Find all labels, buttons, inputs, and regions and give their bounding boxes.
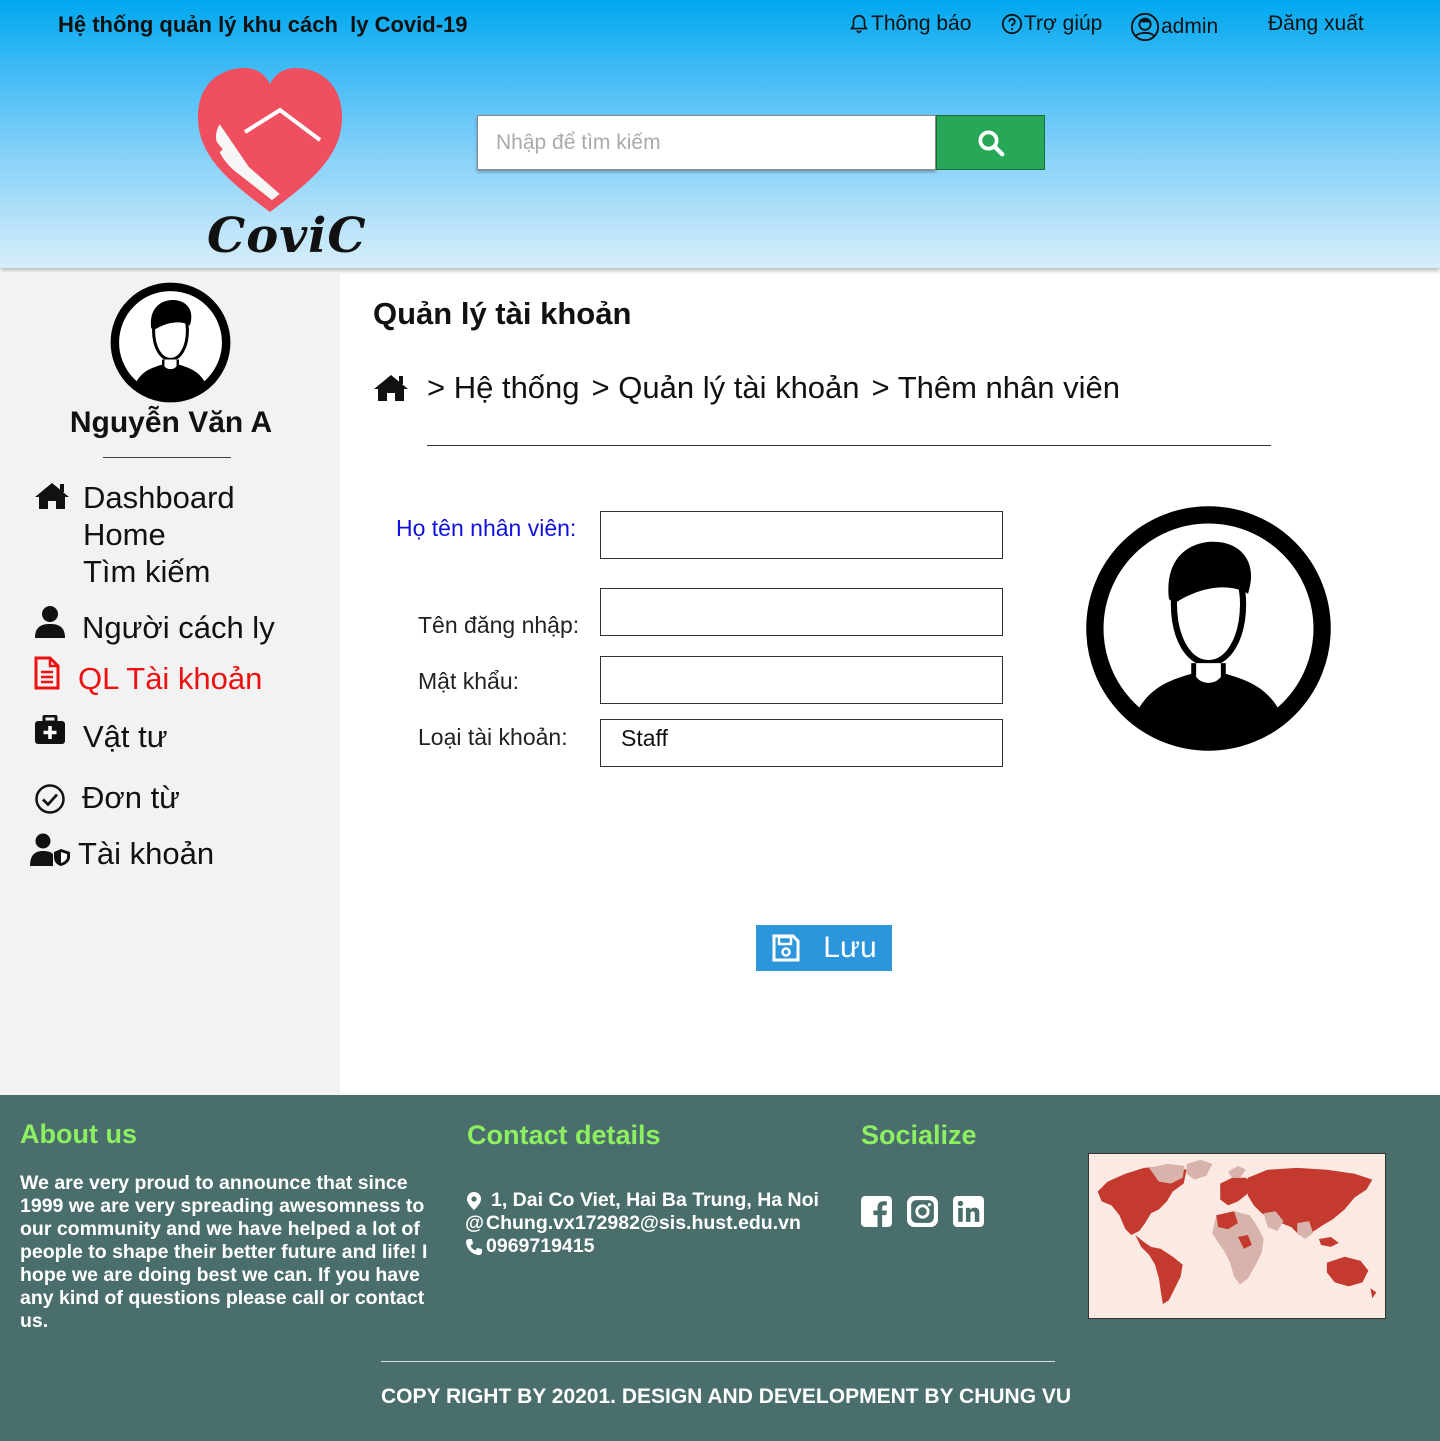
breadcrumb-system[interactable]: > Hệ thống (427, 370, 580, 406)
sidebar-item-forms[interactable]: Đơn từ (82, 779, 180, 816)
email-prefix: @ (465, 1212, 485, 1234)
full-name-label: Họ tên nhân viên: (396, 515, 577, 541)
divider (427, 445, 1271, 446)
profile-photo-placeholder[interactable] (1085, 503, 1332, 754)
user-name: Nguyễn Văn A (69, 406, 273, 439)
username-input[interactable] (601, 589, 1002, 635)
username-field (600, 588, 1003, 636)
map-pin-icon (467, 1191, 481, 1210)
divider (381, 1361, 1055, 1362)
social-title: Socialize (861, 1120, 977, 1150)
password-input[interactable] (601, 657, 1002, 703)
help-label: Trợ giúp (1024, 12, 1103, 35)
social-links (860, 1195, 985, 1228)
home-icon[interactable] (372, 373, 410, 403)
save-button[interactable]: Lưu (756, 925, 892, 971)
page-title: Quản lý tài khoản (373, 296, 632, 331)
user-icon (35, 606, 65, 638)
breadcrumb-add-staff: > Thêm nhân viên (871, 370, 1120, 405)
contact-title: Contact details (467, 1120, 661, 1150)
user-circle-icon (1130, 12, 1160, 42)
notifications-label: Thông báo (871, 12, 972, 35)
world-map (1088, 1153, 1386, 1319)
full-name-input[interactable] (601, 512, 1002, 558)
medkit-icon (35, 715, 65, 744)
bell-icon (850, 14, 868, 34)
sidebar-item-account[interactable]: Tài khoản (78, 835, 214, 872)
floppy-disk-icon (772, 934, 800, 962)
linkedin-icon[interactable] (952, 1195, 985, 1228)
logo-text: CoviC (207, 208, 367, 264)
copyright: COPY RIGHT BY 20201. DESIGN AND DEVELOPM… (381, 1385, 1072, 1408)
user-menu[interactable]: admin (1130, 12, 1218, 42)
search-box (477, 115, 936, 170)
email-line: @ Chung.vx172982@sis.hust.edu.vn (465, 1212, 819, 1235)
logout-link[interactable]: Đăng xuất (1268, 12, 1364, 36)
phone-line: 0969719415 (465, 1235, 819, 1258)
breadcrumb: > Hệ thống > Quản lý tài khoản > Thêm nh… (372, 370, 1120, 406)
sidebar-item-search[interactable]: Tìm kiếm (83, 553, 210, 590)
sidebar-item-account-management[interactable]: QL Tài khoản (78, 660, 262, 697)
phone-text: 0969719415 (486, 1235, 595, 1257)
document-icon (34, 656, 60, 690)
contact-details: 1, Dai Co Viet, Hai Ba Trung, Ha Noi @ C… (465, 1189, 819, 1258)
username-label: Tên đăng nhập: (418, 612, 580, 638)
avatar (110, 282, 231, 403)
divider (103, 457, 231, 458)
breadcrumb-account-management[interactable]: > Quản lý tài khoản (592, 370, 860, 406)
question-circle-icon (1001, 13, 1023, 35)
email-link[interactable]: Chung.vx172982@sis.hust.edu.vn (486, 1212, 801, 1235)
sidebar-item-dashboard[interactable]: Dashboard (83, 479, 235, 516)
password-label: Mật khẩu: (418, 668, 519, 694)
instagram-icon[interactable] (906, 1195, 939, 1228)
sidebar-item-supplies[interactable]: Vật tư (83, 718, 168, 755)
sidebar-item-isolated-people[interactable]: Người cách ly (82, 609, 275, 646)
about-text: We are very proud to announce that since… (20, 1172, 428, 1332)
user-label: admin (1161, 15, 1219, 38)
notifications-link[interactable]: Thông báo (848, 12, 971, 36)
save-label: Lưu (823, 931, 877, 964)
home-icon (35, 483, 69, 509)
search-input[interactable] (478, 116, 935, 169)
address-line: 1, Dai Co Viet, Hai Ba Trung, Ha Noi (465, 1189, 819, 1212)
sidebar: Nguyễn Văn A Dashboard Home Tìm kiếm Ngư… (0, 272, 340, 1095)
address-text: 1, Dai Co Viet, Hai Ba Trung, Ha Noi (491, 1189, 819, 1211)
app-title: Hệ thống quản lý khu cách ly Covid-19 (58, 12, 468, 37)
help-link[interactable]: Trợ giúp (1001, 12, 1102, 36)
search-icon (978, 130, 1004, 156)
check-circle-icon (35, 784, 65, 814)
search-button[interactable] (936, 115, 1045, 170)
account-type-select[interactable]: Staff (600, 719, 1003, 767)
sidebar-item-home[interactable]: Home (83, 516, 166, 553)
full-name-field (600, 511, 1003, 559)
footer: About us We are very proud to announce t… (0, 1095, 1440, 1441)
phone-icon (466, 1238, 482, 1255)
password-field (600, 656, 1003, 704)
about-title: About us (20, 1119, 137, 1149)
user-shield-icon (30, 833, 70, 866)
account-type-label: Loại tài khoản: (418, 724, 568, 750)
header: Hệ thống quản lý khu cách ly Covid-19 Th… (0, 0, 1440, 268)
facebook-icon[interactable] (860, 1195, 893, 1228)
account-type-value: Staff (621, 725, 668, 751)
